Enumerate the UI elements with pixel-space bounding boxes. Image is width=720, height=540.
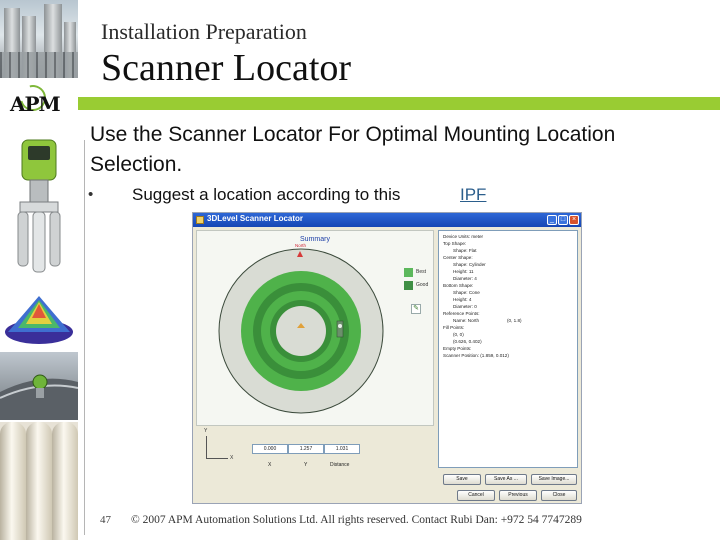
distance-label: Distance bbox=[330, 462, 350, 468]
close-button[interactable]: Close bbox=[541, 490, 577, 501]
app-icon bbox=[196, 216, 204, 224]
north-label: North bbox=[295, 243, 307, 248]
scanner-locator-window: 3DLevel Scanner Locator _ □ × Summary No… bbox=[192, 212, 582, 504]
property-line: Height: 11 bbox=[453, 269, 474, 274]
legend-swatch bbox=[404, 281, 413, 290]
save-button[interactable]: Save bbox=[443, 474, 481, 485]
ipf-link[interactable]: IPF bbox=[460, 185, 486, 205]
minimize-icon[interactable]: _ bbox=[547, 215, 557, 225]
property-line: Diameter: 0 bbox=[453, 304, 477, 309]
property-line: Empty Points: bbox=[443, 346, 472, 351]
previous-button[interactable]: Previous bbox=[499, 490, 537, 501]
legend-label: Good bbox=[416, 282, 429, 288]
content-divider bbox=[84, 140, 85, 535]
legend-item: Good bbox=[404, 281, 434, 294]
page-number: 47 bbox=[100, 514, 111, 526]
3d-surface-plot-image bbox=[0, 288, 78, 350]
property-line: Top Shape: bbox=[443, 241, 467, 246]
property-line: Device Units: meter bbox=[443, 234, 484, 239]
y-coordinate-label: Y bbox=[304, 462, 308, 468]
property-line: Bottom Shape: bbox=[443, 283, 474, 288]
property-line: Center Shape: bbox=[443, 255, 473, 260]
property-line: Scanner Position: (1.859, 0.012) bbox=[443, 353, 509, 358]
edit-pencil-icon[interactable]: ✎ bbox=[411, 304, 421, 314]
axis-y-line bbox=[206, 436, 207, 458]
property-line: Shape: Flat bbox=[453, 248, 477, 253]
industrial-silos-photo bbox=[0, 0, 78, 78]
coordinate-panel: Y X 0.000 1.257 1.031 X Y Distance bbox=[196, 428, 434, 474]
cancel-button[interactable]: Cancel bbox=[457, 490, 495, 501]
save-image-button[interactable]: Save Image... bbox=[531, 474, 577, 485]
axis-x-label: X bbox=[230, 455, 234, 461]
property-line: (0, 0) bbox=[453, 332, 464, 337]
apm-logo: APM bbox=[6, 80, 72, 128]
tank-properties-panel: Device Units: meter Top Shape: Shape: Fl… bbox=[438, 230, 578, 468]
slide-subtitle: Installation Preparation bbox=[101, 19, 307, 44]
title-accent-bar bbox=[78, 97, 720, 110]
silo-cylinders-photo bbox=[0, 422, 78, 540]
property-line: Name: North bbox=[453, 318, 480, 323]
property-line: Fill Points: bbox=[443, 325, 465, 330]
legend: Best Good bbox=[404, 268, 434, 294]
property-line: Diameter: 4 bbox=[453, 276, 477, 281]
bullet-marker: • bbox=[88, 186, 94, 203]
distance-field[interactable]: 1.031 bbox=[324, 444, 360, 454]
copyright-notice: © 2007 APM Automation Solutions Ltd. All… bbox=[131, 514, 582, 526]
property-line: Height: 4 bbox=[453, 297, 472, 302]
axis-y-label: Y bbox=[204, 428, 208, 434]
logo-text: APM bbox=[10, 92, 61, 116]
property-line: (0, 1.8) bbox=[507, 318, 522, 323]
legend-label: Best bbox=[416, 269, 427, 275]
side-image-strip: APM bbox=[0, 0, 78, 540]
property-line: Reference Points: bbox=[443, 311, 480, 316]
slide-title: Scanner Locator bbox=[101, 47, 352, 89]
bullet-text: Suggest a location according to this bbox=[132, 185, 401, 204]
property-line: (0.626, 0.402) bbox=[453, 339, 482, 344]
scanner-device-photo bbox=[0, 132, 78, 282]
y-coordinate-field[interactable]: 1.257 bbox=[288, 444, 324, 454]
save-as-button[interactable]: Save As ... bbox=[485, 474, 527, 485]
property-line: Shape: Cone bbox=[453, 290, 480, 295]
close-icon[interactable]: × bbox=[569, 215, 579, 225]
summary-plot: Summary North Best Good ✎ bbox=[196, 230, 434, 426]
window-title-bar: 3DLevel Scanner Locator _ □ × bbox=[193, 213, 581, 227]
legend-item: Best bbox=[404, 268, 434, 281]
property-line: Shape: Cylinder bbox=[453, 262, 486, 267]
tank-roof-photo bbox=[0, 352, 78, 420]
maximize-icon[interactable]: □ bbox=[558, 215, 568, 225]
window-title: 3DLevel Scanner Locator bbox=[207, 214, 304, 223]
x-coordinate-label: X bbox=[268, 462, 272, 468]
axis-x-line bbox=[206, 458, 228, 459]
legend-swatch bbox=[404, 268, 413, 277]
x-coordinate-field[interactable]: 0.000 bbox=[252, 444, 288, 454]
lead-paragraph: Use the Scanner Locator For Optimal Moun… bbox=[90, 123, 616, 176]
